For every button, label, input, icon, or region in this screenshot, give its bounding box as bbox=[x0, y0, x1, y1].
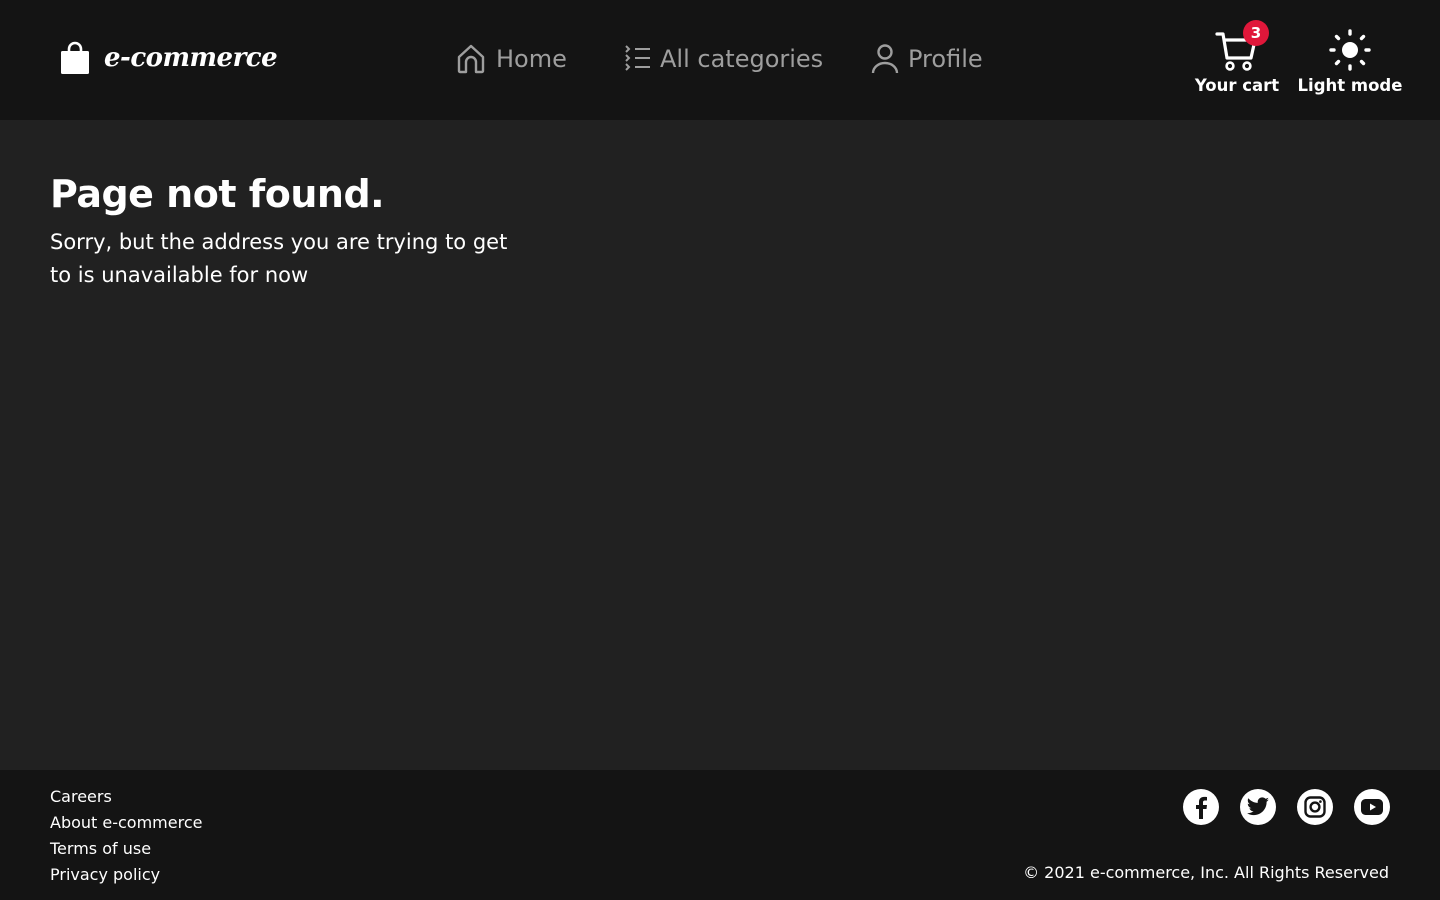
list-icon bbox=[625, 45, 650, 71]
main-content: Page not found. Sorry, but the address y… bbox=[0, 120, 1440, 770]
youtube-icon bbox=[1361, 799, 1383, 815]
facebook-icon bbox=[1196, 796, 1207, 819]
footer-link-careers[interactable]: Careers bbox=[50, 784, 202, 810]
page-title: Page not found. bbox=[50, 172, 385, 216]
footer-links: Careers About e-commerce Terms of use Pr… bbox=[50, 784, 202, 888]
youtube-link[interactable] bbox=[1354, 789, 1390, 825]
nav-all-categories[interactable]: All categories bbox=[624, 40, 823, 78]
site-footer: Careers About e-commerce Terms of use Pr… bbox=[0, 770, 1440, 900]
logo-link[interactable]: e-commerce bbox=[60, 38, 278, 78]
top-header: e-commerce Home All categories Profile 3… bbox=[0, 0, 1440, 120]
cart-count-badge: 3 bbox=[1243, 20, 1269, 46]
shopping-bag-icon bbox=[61, 41, 89, 74]
social-links bbox=[1183, 789, 1390, 825]
instagram-link[interactable] bbox=[1297, 789, 1333, 825]
nav-home-label: Home bbox=[496, 45, 567, 73]
footer-link-terms[interactable]: Terms of use bbox=[50, 836, 202, 862]
copyright-text: © 2021 e-commerce, Inc. All Rights Reser… bbox=[1023, 863, 1389, 882]
light-mode-label: Light mode bbox=[1297, 76, 1403, 95]
nav-profile-label: Profile bbox=[908, 45, 983, 73]
instagram-icon bbox=[1304, 796, 1326, 818]
nav-categories-label: All categories bbox=[660, 45, 824, 73]
home-icon bbox=[457, 44, 485, 74]
sun-icon bbox=[1329, 29, 1371, 71]
error-message: Sorry, but the address you are trying to… bbox=[50, 230, 508, 287]
user-icon bbox=[871, 44, 899, 74]
nav-home[interactable]: Home bbox=[454, 40, 567, 78]
twitter-link[interactable] bbox=[1240, 789, 1276, 825]
cart-label: Your cart bbox=[1194, 76, 1280, 95]
light-mode-toggle[interactable]: Light mode bbox=[1296, 28, 1404, 95]
logo-text: e-commerce bbox=[104, 43, 278, 73]
twitter-icon bbox=[1246, 797, 1269, 816]
cart-button[interactable]: 3 Your cart bbox=[1190, 20, 1284, 95]
nav-profile[interactable]: Profile bbox=[870, 40, 983, 78]
footer-link-privacy[interactable]: Privacy policy bbox=[50, 862, 202, 888]
footer-link-about[interactable]: About e-commerce bbox=[50, 810, 202, 836]
facebook-link[interactable] bbox=[1183, 789, 1219, 825]
